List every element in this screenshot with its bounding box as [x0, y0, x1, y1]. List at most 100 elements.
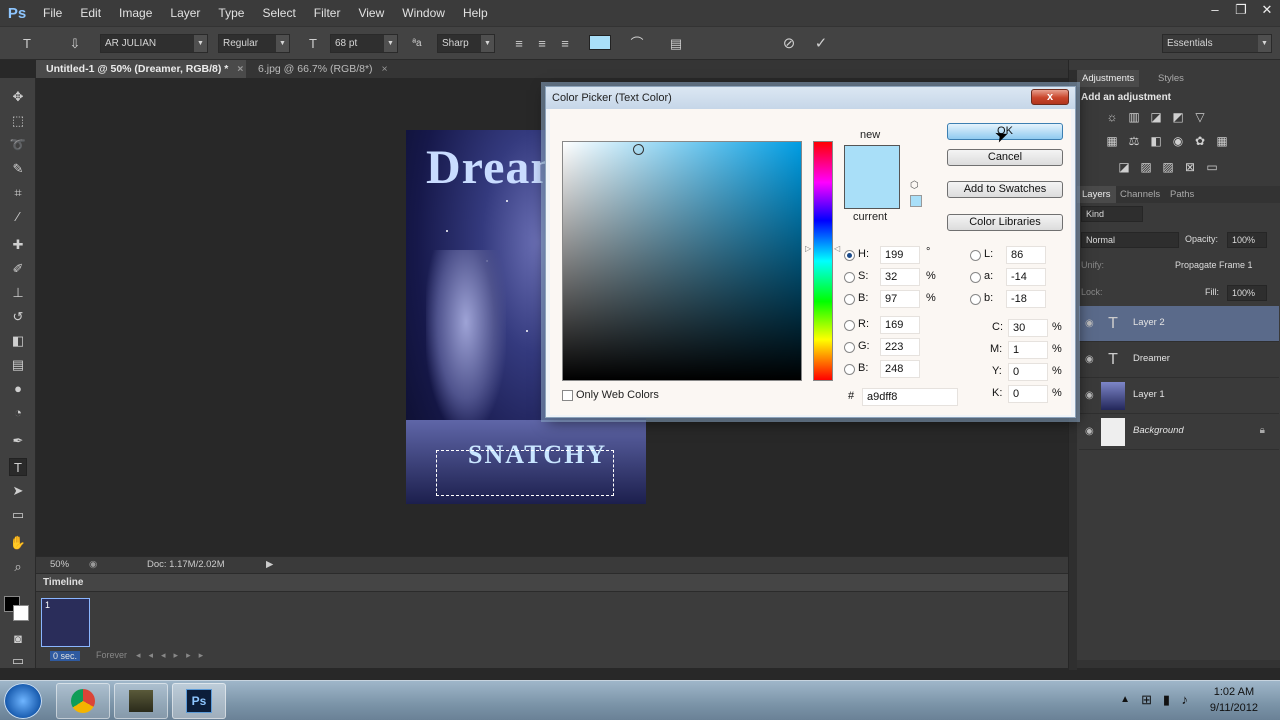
- only-web-colors-checkbox[interactable]: [562, 390, 573, 401]
- saturation-brightness-field[interactable]: [562, 141, 802, 381]
- radio-b-lab[interactable]: [970, 294, 981, 305]
- menu-view[interactable]: View: [349, 0, 393, 26]
- cancel-button[interactable]: Cancel: [947, 149, 1063, 166]
- selective-color-icon[interactable]: ⊠: [1183, 160, 1197, 174]
- hue-sat-icon[interactable]: ▦: [1105, 134, 1119, 148]
- gradient-map-icon[interactable]: ▭: [1205, 160, 1219, 174]
- cyan-input[interactable]: 30: [1008, 319, 1048, 337]
- hue-slider-arrow-right-icon[interactable]: ◁: [834, 245, 841, 253]
- menu-window[interactable]: Window: [393, 0, 454, 26]
- tab-styles[interactable]: Styles: [1153, 70, 1189, 87]
- quick-select-tool-icon[interactable]: ✎: [9, 160, 27, 178]
- tray-up-arrow-icon[interactable]: ▲: [1120, 694, 1130, 705]
- animation-frame-1[interactable]: 1: [41, 598, 90, 647]
- l-input[interactable]: 86: [1006, 246, 1046, 264]
- radio-brightness[interactable]: [844, 294, 855, 305]
- clone-stamp-tool-icon[interactable]: ⊥: [9, 284, 27, 302]
- font-style-select[interactable]: Regular ▼: [218, 34, 290, 53]
- commit-edit-icon[interactable]: ✓: [812, 35, 830, 53]
- restore-button[interactable]: ❐: [1228, 0, 1254, 20]
- font-family-select[interactable]: AR JULIAN ▼: [100, 34, 208, 53]
- menu-filter[interactable]: Filter: [305, 0, 350, 26]
- radio-blue[interactable]: [844, 364, 855, 375]
- curves-icon[interactable]: ◪: [1149, 110, 1163, 124]
- brightness-icon[interactable]: ☼: [1105, 110, 1119, 124]
- levels-icon[interactable]: ▥: [1127, 110, 1141, 124]
- photo-filter-icon[interactable]: ◉: [1171, 134, 1185, 148]
- dialog-close-button[interactable]: x: [1031, 89, 1069, 105]
- frame-delay-select[interactable]: 0 sec.: [50, 651, 81, 661]
- radio-red[interactable]: [844, 320, 855, 331]
- gradient-tool-icon[interactable]: ▤: [9, 356, 27, 374]
- tray-network-icon[interactable]: ⊞: [1141, 692, 1152, 708]
- path-select-tool-icon[interactable]: ➤: [9, 482, 27, 500]
- color-lookup-icon[interactable]: ▦: [1215, 134, 1229, 148]
- crop-tool-icon[interactable]: ⌗: [9, 184, 27, 202]
- brush-tool-icon[interactable]: ✐: [9, 260, 27, 278]
- black-input[interactable]: 0: [1008, 385, 1048, 403]
- lasso-tool-icon[interactable]: ➰: [9, 136, 27, 154]
- visibility-eye-icon[interactable]: ◉: [1085, 354, 1094, 365]
- screen-mode-icon[interactable]: ▭: [9, 652, 27, 670]
- text-bounding-box[interactable]: [436, 450, 614, 496]
- channel-mixer-icon[interactable]: ✿: [1193, 134, 1207, 148]
- background-color-swatch[interactable]: [13, 605, 29, 621]
- cancel-edit-icon[interactable]: ⊘: [780, 35, 798, 53]
- current-color-swatch[interactable]: [844, 179, 900, 209]
- blue-input[interactable]: 248: [880, 360, 920, 378]
- loop-select[interactable]: Forever: [96, 650, 127, 660]
- propagate-frame-checkbox[interactable]: Propagate Frame 1: [1175, 260, 1253, 270]
- hue-slider-arrow-left-icon[interactable]: ▷: [805, 245, 812, 253]
- align-center-icon[interactable]: ≡: [533, 35, 551, 53]
- menu-layer[interactable]: Layer: [161, 0, 209, 26]
- close-icon[interactable]: ×: [381, 63, 387, 75]
- menu-file[interactable]: File: [34, 0, 71, 26]
- marquee-tool-icon[interactable]: ⬚: [9, 112, 27, 130]
- font-size-select[interactable]: 68 pt ▼: [330, 34, 398, 53]
- blend-mode-select[interactable]: Normal: [1081, 232, 1179, 248]
- rectangle-tool-icon[interactable]: ▭: [9, 506, 27, 524]
- color-balance-icon[interactable]: ⚖: [1127, 134, 1141, 148]
- system-clock[interactable]: 1:02 AM 9/11/2012: [1210, 684, 1258, 716]
- quick-mask-icon[interactable]: ◙: [9, 630, 27, 648]
- eraser-tool-icon[interactable]: ◧: [9, 332, 27, 350]
- playback-controls[interactable]: ◂◂◂▸▸▸: [136, 650, 211, 661]
- red-input[interactable]: 169: [880, 316, 920, 334]
- magenta-input[interactable]: 1: [1008, 341, 1048, 359]
- radio-green[interactable]: [844, 342, 855, 353]
- layer-row-layer-2[interactable]: ◉ T Layer 2: [1079, 306, 1279, 342]
- align-right-icon[interactable]: ≡: [556, 35, 574, 53]
- taskbar-photoshop[interactable]: Ps: [172, 683, 226, 719]
- hand-tool-icon[interactable]: ✋: [9, 534, 27, 552]
- exposure-icon[interactable]: ◩: [1171, 110, 1185, 124]
- layer-row-background[interactable]: ◉ Background 🔒︎: [1079, 414, 1279, 450]
- tab-adjustments[interactable]: Adjustments: [1077, 70, 1140, 87]
- hue-input[interactable]: 199: [880, 246, 920, 264]
- workspace-select[interactable]: Essentials ▼: [1162, 34, 1272, 53]
- align-left-icon[interactable]: ≡: [510, 35, 528, 53]
- zoom-level[interactable]: 50%: [50, 557, 69, 573]
- text-tool-preset-icon[interactable]: T: [18, 35, 36, 53]
- b-lab-input[interactable]: -18: [1006, 290, 1046, 308]
- text-color-swatch[interactable]: [589, 35, 611, 50]
- gamut-cube-icon[interactable]: ⬡: [910, 181, 920, 191]
- dodge-tool-icon[interactable]: ◔: [9, 404, 27, 422]
- pen-tool-icon[interactable]: ✒: [9, 432, 27, 450]
- visibility-eye-icon[interactable]: ◉: [1085, 426, 1094, 437]
- text-orientation-icon[interactable]: ⇩: [66, 35, 84, 53]
- menu-edit[interactable]: Edit: [71, 0, 110, 26]
- status-menu-arrow-icon[interactable]: ▶: [266, 557, 273, 573]
- add-to-swatches-button[interactable]: Add to Swatches: [947, 181, 1063, 198]
- filter-kind-select[interactable]: Kind: [1081, 206, 1143, 222]
- vibrance-icon[interactable]: ▽: [1193, 110, 1207, 124]
- visibility-eye-icon[interactable]: ◉: [1085, 318, 1094, 329]
- tab-paths[interactable]: Paths: [1165, 186, 1199, 203]
- a-input[interactable]: -14: [1006, 268, 1046, 286]
- tray-volume-icon[interactable]: ♪: [1182, 692, 1189, 707]
- hue-slider[interactable]: [813, 141, 833, 381]
- menu-image[interactable]: Image: [110, 0, 161, 26]
- healing-brush-tool-icon[interactable]: ✚: [9, 236, 27, 254]
- tab-channels[interactable]: Channels: [1115, 186, 1165, 203]
- history-brush-tool-icon[interactable]: ↺: [9, 308, 27, 326]
- tab-untitled-1[interactable]: Untitled-1 @ 50% (Dreamer, RGB/8) * ×: [36, 60, 246, 78]
